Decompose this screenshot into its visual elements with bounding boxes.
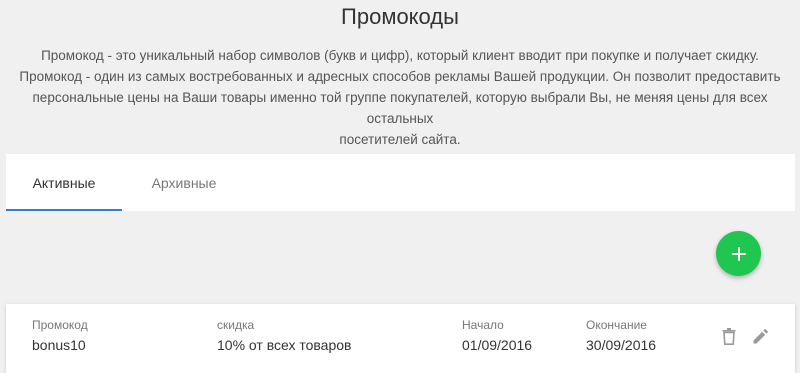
- tab-archived[interactable]: Архивные: [122, 154, 246, 211]
- start-date-label: Начало: [462, 318, 504, 332]
- promo-code-label: Промокод: [32, 318, 88, 332]
- pencil-icon[interactable]: [750, 326, 770, 346]
- discount-column: скидка 10% от всех товаров: [217, 318, 351, 353]
- discount-label: скидка: [217, 318, 255, 332]
- add-promo-button[interactable]: [716, 231, 761, 276]
- promo-codes-page: Промокоды Промокод - это уникальный набо…: [0, 0, 800, 373]
- plus-icon: [731, 246, 746, 261]
- trash-icon[interactable]: [720, 326, 738, 346]
- start-date-column: Начало 01/09/2016: [462, 318, 532, 353]
- promo-code-column: Промокод bonus10: [32, 318, 88, 353]
- description-line: Промокод - это уникальный набор символов…: [41, 48, 759, 63]
- promo-row: Промокод bonus10 скидка 10% от всех това…: [6, 304, 795, 373]
- promo-code-value: bonus10: [32, 337, 86, 353]
- description-line: персональные цены на Ваши товары именно …: [32, 90, 768, 126]
- discount-value: 10% от всех товаров: [217, 337, 352, 353]
- description-line: посетителей сайта.: [339, 132, 461, 147]
- page-title: Промокоды: [341, 4, 459, 29]
- tab-active[interactable]: Активные: [6, 154, 122, 211]
- end-date-column: Окончание 30/09/2016: [586, 318, 656, 353]
- description-line: Промокод - один из самых востребованных …: [19, 69, 781, 84]
- tabs-bar: Активные Архивные: [6, 154, 795, 211]
- page-description: Промокод - это уникальный набор символов…: [0, 45, 800, 150]
- end-date-value: 30/09/2016: [586, 337, 657, 353]
- active-tab-indicator: [6, 209, 122, 211]
- end-date-label: Окончание: [586, 318, 647, 332]
- start-date-value: 01/09/2016: [462, 337, 533, 353]
